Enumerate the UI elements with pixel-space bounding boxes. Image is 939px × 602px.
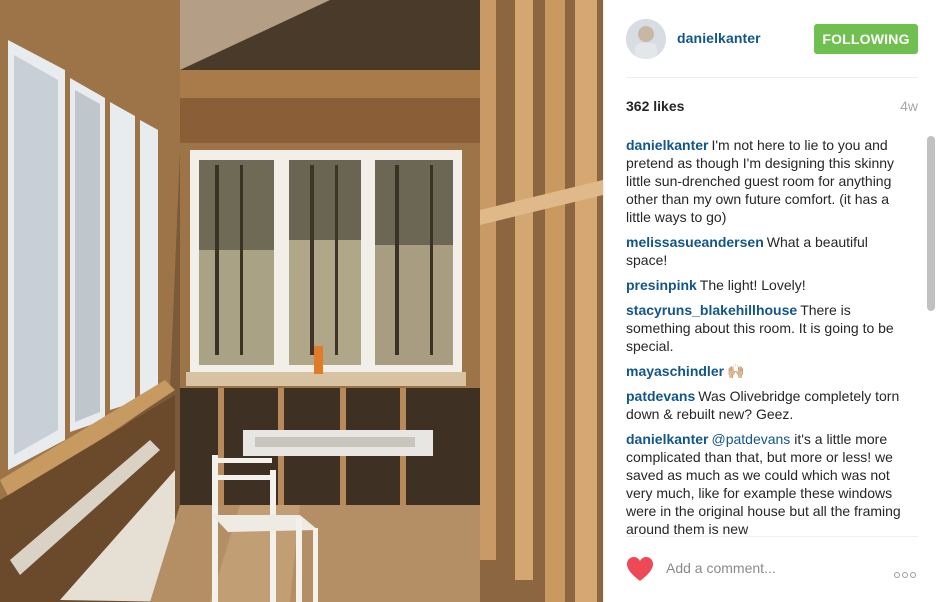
comment-username[interactable]: danielkanter: [626, 431, 708, 447]
likes-count[interactable]: 362 likes: [626, 98, 684, 114]
more-options-icon[interactable]: [894, 565, 918, 578]
comment-item: danielkanter @patdevans it's a little mor…: [626, 430, 906, 536]
comment-item: stacyruns_blakehillhouse There is somethi…: [626, 301, 906, 355]
username-link[interactable]: danielkanter: [677, 30, 761, 46]
avatar[interactable]: [626, 19, 666, 59]
comment-username[interactable]: patdevans: [626, 388, 695, 404]
comment-item: melissasueandersen What a beautiful space…: [626, 233, 906, 269]
comment-item: presinpink The light! Lovely!: [626, 276, 906, 294]
scrollbar-thumb[interactable]: [927, 136, 935, 311]
following-button[interactable]: FOLLOWING: [814, 24, 918, 54]
dot-icon: [902, 572, 908, 578]
comment-item: danielkanter I'm not here to lie to you a…: [626, 136, 906, 226]
dot-icon: [910, 572, 916, 578]
post-side-panel: danielkanter FOLLOWING 362 likes 4w dani…: [603, 0, 939, 602]
comments-scrollbar[interactable]: [927, 136, 935, 536]
comment-item: patdevans Was Olivebridge completely torn…: [626, 387, 906, 423]
dot-icon: [894, 572, 900, 578]
avatar-image: [626, 19, 666, 59]
comment-username[interactable]: danielkanter: [626, 137, 708, 153]
post-header: danielkanter FOLLOWING: [626, 0, 918, 78]
post-stats: 362 likes 4w: [626, 98, 918, 118]
comments-list[interactable]: danielkanter I'm not here to lie to you a…: [626, 136, 906, 536]
comment-username[interactable]: presinpink: [626, 277, 697, 293]
post-photo[interactable]: [0, 0, 603, 602]
comment-text: 🙌🏼: [727, 363, 745, 379]
post-image: [0, 0, 603, 602]
comment-mention[interactable]: @patdevans: [711, 431, 790, 447]
comment-username[interactable]: stacyruns_blakehillhouse: [626, 302, 797, 318]
comment-item: mayaschindler 🙌🏼: [626, 362, 906, 380]
add-comment-input[interactable]: [666, 557, 876, 579]
comment-text: The light! Lovely!: [699, 277, 806, 293]
post-age[interactable]: 4w: [900, 98, 918, 114]
comment-username[interactable]: mayaschindler: [626, 363, 724, 379]
comment-username[interactable]: melissasueandersen: [626, 234, 764, 250]
post-footer: [626, 536, 918, 602]
heart-icon[interactable]: [626, 556, 654, 582]
